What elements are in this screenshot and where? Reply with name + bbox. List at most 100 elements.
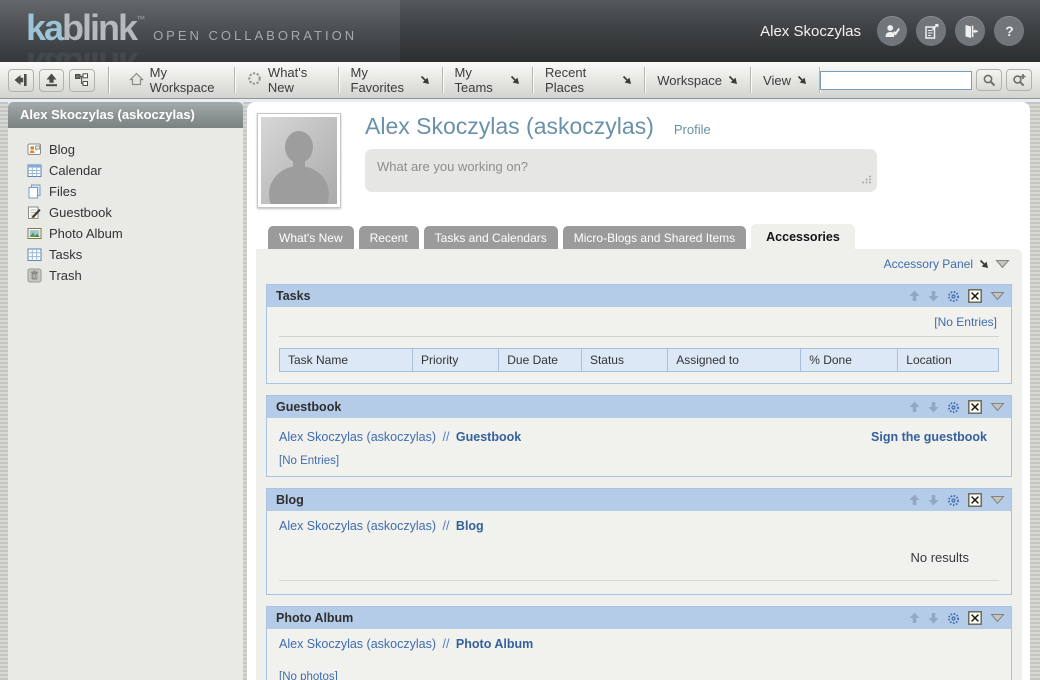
accessories-panel-container: Accessory Panel Tasks [No Entries] Task …	[256, 249, 1022, 680]
no-entries-link[interactable]: [No Entries]	[934, 315, 997, 329]
collapse-icon[interactable]	[990, 495, 1005, 505]
settings-gear-icon[interactable]	[947, 494, 960, 507]
collapse-icon[interactable]	[995, 259, 1010, 269]
profile-link[interactable]: Profile	[674, 122, 711, 137]
tab-recent[interactable]: Recent	[358, 226, 419, 249]
tab-whats-new[interactable]: What's New	[268, 226, 354, 249]
main-toolbar: My Workspace What's New My Favorites My …	[0, 62, 1040, 99]
accessory-panel-link[interactable]: Accessory Panel	[884, 257, 973, 271]
menu-label: What's New	[267, 65, 308, 95]
settings-gear-icon[interactable]	[947, 401, 960, 414]
resize-grip-icon[interactable]	[861, 171, 872, 189]
sidebar-item-photo-album[interactable]: Photo Album	[27, 223, 243, 244]
collapse-icon[interactable]	[990, 291, 1005, 301]
close-icon[interactable]	[968, 400, 982, 414]
menu-workspace[interactable]: Workspace	[645, 67, 752, 93]
breadcrumb-parent-link[interactable]: Alex Skoczylas (askoczylas)	[279, 637, 436, 651]
breadcrumb-current-link[interactable]: Photo Album	[456, 637, 533, 651]
menu-recent-places[interactable]: Recent Places	[533, 65, 646, 95]
menu-my-workspace[interactable]: My Workspace	[117, 65, 235, 95]
whats-new-icon	[247, 71, 262, 89]
sidebar-item-trash[interactable]: Trash	[27, 265, 243, 286]
presence-icon[interactable]	[877, 16, 907, 46]
workspace-sidebar: Alex Skoczylas (askoczylas) Blog Calenda…	[8, 102, 243, 680]
move-up-icon[interactable]	[909, 290, 920, 302]
collapse-left-icon[interactable]	[8, 68, 34, 92]
page-edit-icon[interactable]	[916, 16, 946, 46]
breadcrumb-current-link[interactable]: Guestbook	[456, 430, 521, 444]
sidebar-item-blog[interactable]: Blog	[27, 139, 243, 160]
settings-gear-icon[interactable]	[947, 290, 960, 303]
sidebar-item-guestbook[interactable]: Guestbook	[27, 202, 243, 223]
breadcrumb-current-link[interactable]: Blog	[456, 519, 484, 533]
no-entries-link[interactable]: [No Entries]	[279, 455, 339, 467]
column-header-location: Location	[897, 348, 999, 372]
breadcrumb: Alex Skoczylas (askoczylas) // Blog	[279, 516, 999, 533]
collapse-icon[interactable]	[990, 613, 1005, 623]
home-icon	[128, 72, 144, 89]
blog-icon	[27, 142, 42, 157]
divider	[279, 580, 999, 585]
guestbook-icon	[27, 205, 42, 220]
tab-tasks-and-calendars[interactable]: Tasks and Calendars	[423, 226, 558, 249]
menu-whats-new[interactable]: What's New	[235, 65, 339, 95]
accessory-blog: Blog Alex Skoczylas (askoczylas) // Blog…	[266, 488, 1012, 595]
column-header-task-name: Task Name	[279, 348, 413, 372]
breadcrumb-parent-link[interactable]: Alex Skoczylas (askoczylas)	[279, 430, 436, 444]
profile-info: Alex Skoczylas (askoczylas) Profile What…	[365, 113, 877, 208]
no-photos-link[interactable]: [No photos]	[279, 671, 338, 680]
sign-out-icon[interactable]	[955, 16, 985, 46]
menu-view[interactable]: View	[751, 67, 820, 93]
close-icon[interactable]	[968, 289, 982, 303]
dropdown-arrow-icon	[420, 73, 430, 88]
sidebar-item-label: Calendar	[49, 163, 102, 178]
menu-my-favorites[interactable]: My Favorites	[339, 65, 443, 95]
search-zone	[820, 69, 1032, 91]
dropdown-arrow-icon	[728, 73, 738, 88]
move-up-icon[interactable]	[909, 494, 920, 506]
column-header-priority: Priority	[411, 348, 500, 372]
advanced-search-icon[interactable]	[1006, 69, 1032, 91]
sidebar-item-calendar[interactable]: Calendar	[27, 160, 243, 181]
move-down-icon[interactable]	[928, 401, 939, 413]
menu-label: View	[763, 72, 791, 88]
sidebar-workspace-title: Alex Skoczylas (askoczylas)	[8, 102, 243, 128]
trash-icon	[27, 268, 42, 283]
micro-blog-placeholder: What are you working on?	[377, 159, 529, 174]
files-icon	[27, 184, 42, 199]
settings-gear-icon[interactable]	[947, 612, 960, 625]
search-icon[interactable]	[976, 69, 1002, 91]
sidebar-item-files[interactable]: Files	[27, 181, 243, 202]
move-down-icon[interactable]	[928, 612, 939, 624]
breadcrumb-parent-link[interactable]: Alex Skoczylas (askoczylas)	[279, 519, 436, 533]
accessory-tasks: Tasks [No Entries] Task Name Priority Du…	[266, 284, 1012, 384]
search-input[interactable]	[820, 70, 972, 90]
close-icon[interactable]	[968, 611, 982, 625]
main-row: Alex Skoczylas (askoczylas) Blog Calenda…	[0, 102, 1040, 680]
move-up-icon[interactable]	[909, 401, 920, 413]
kablink-logo: kablink™ OPEN COLLABORATION	[26, 7, 400, 49]
tab-micro-blogs[interactable]: Micro-Blogs and Shared Items	[562, 226, 747, 249]
accessory-header: Guestbook	[267, 396, 1011, 418]
micro-blog-input[interactable]: What are you working on?	[365, 149, 877, 192]
toolbar-separator	[107, 67, 109, 93]
help-icon[interactable]: ?	[994, 16, 1024, 46]
sidebar-item-tasks[interactable]: Tasks	[27, 244, 243, 265]
menu-my-teams[interactable]: My Teams	[443, 65, 534, 95]
header-actions: Alex Skoczylas ?	[760, 16, 1040, 46]
tab-accessories[interactable]: Accessories	[751, 224, 855, 249]
collapse-icon[interactable]	[990, 402, 1005, 412]
menu-label: My Favorites	[350, 65, 404, 95]
dropdown-arrow-icon[interactable]	[979, 259, 989, 269]
move-down-icon[interactable]	[928, 494, 939, 506]
workspace-tree-icon[interactable]	[69, 68, 95, 92]
move-down-icon[interactable]	[928, 290, 939, 302]
close-icon[interactable]	[968, 493, 982, 507]
move-up-icon[interactable]	[909, 612, 920, 624]
accessory-title: Guestbook	[276, 400, 342, 414]
up-level-icon[interactable]	[38, 68, 65, 92]
no-results-text: No results	[910, 550, 969, 565]
accessory-title: Photo Album	[276, 611, 354, 625]
sign-guestbook-link[interactable]: Sign the guestbook	[871, 430, 987, 444]
accessory-body: [No Entries] Task Name Priority Due Date…	[267, 307, 1011, 383]
